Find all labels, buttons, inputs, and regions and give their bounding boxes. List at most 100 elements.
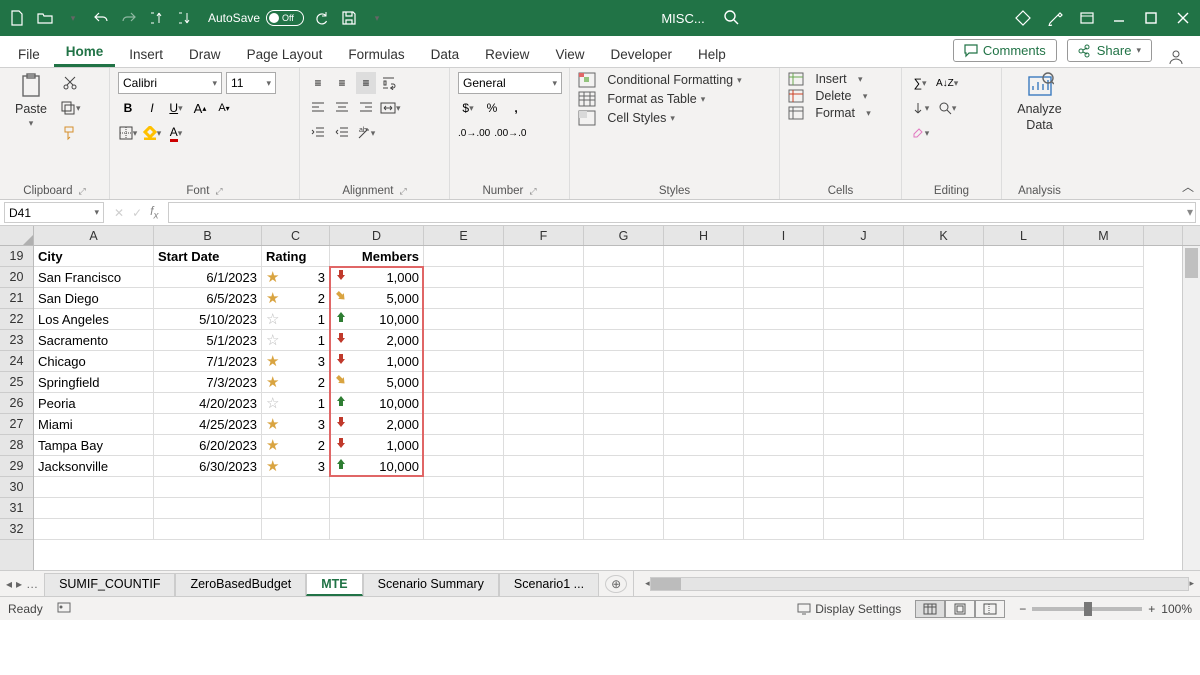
normal-view-button[interactable]: [915, 600, 945, 618]
copy-icon[interactable]: ▾: [60, 97, 81, 119]
cell[interactable]: [744, 309, 824, 330]
qat-dropdown-icon[interactable]: ▾: [62, 7, 84, 29]
cell[interactable]: [664, 498, 744, 519]
format-as-table-button[interactable]: Format as Table▾: [578, 91, 742, 107]
horizontal-scrollbar[interactable]: ◂▸: [639, 571, 1200, 596]
cell[interactable]: [904, 414, 984, 435]
search-icon[interactable]: [723, 9, 739, 28]
sort-desc-icon[interactable]: [174, 7, 196, 29]
sort-asc-icon[interactable]: [146, 7, 168, 29]
cell[interactable]: [984, 393, 1064, 414]
cell[interactable]: [1064, 519, 1144, 540]
cell[interactable]: [744, 519, 824, 540]
cell[interactable]: [904, 288, 984, 309]
cell[interactable]: [824, 267, 904, 288]
cell[interactable]: [424, 435, 504, 456]
cell[interactable]: [504, 288, 584, 309]
cell[interactable]: [824, 246, 904, 267]
cell[interactable]: [664, 435, 744, 456]
save-dropdown-icon[interactable]: ▾: [366, 7, 388, 29]
format-cells-button[interactable]: Format ▾: [788, 106, 871, 120]
merge-button[interactable]: ▾: [380, 97, 401, 119]
tab-home[interactable]: Home: [54, 38, 116, 67]
tab-help[interactable]: Help: [686, 41, 738, 67]
zoom-level[interactable]: 100%: [1161, 602, 1192, 616]
cell[interactable]: [1064, 393, 1144, 414]
row-header[interactable]: 30: [0, 477, 33, 498]
tab-file[interactable]: File: [6, 41, 52, 67]
sheet-tab[interactable]: Scenario Summary: [363, 573, 499, 596]
cell[interactable]: [904, 372, 984, 393]
analyze-data-button[interactable]: Analyze Data: [1010, 72, 1069, 132]
cell[interactable]: [744, 435, 824, 456]
cell[interactable]: [1064, 351, 1144, 372]
cell[interactable]: [824, 477, 904, 498]
format-painter-icon[interactable]: [60, 122, 81, 144]
cell[interactable]: [904, 267, 984, 288]
cell[interactable]: [584, 309, 664, 330]
wrap-text-icon[interactable]: [380, 72, 400, 94]
row-header[interactable]: 28: [0, 435, 33, 456]
name-box[interactable]: D41▾: [4, 202, 104, 223]
cell[interactable]: [984, 267, 1064, 288]
cell[interactable]: San Diego: [34, 288, 154, 309]
bold-button[interactable]: B: [118, 97, 138, 119]
cell[interactable]: [262, 519, 330, 540]
cell[interactable]: 4/25/2023: [154, 414, 262, 435]
cell[interactable]: [504, 498, 584, 519]
cell[interactable]: [664, 288, 744, 309]
align-right-icon[interactable]: [356, 97, 376, 119]
cell[interactable]: 4/20/2023: [154, 393, 262, 414]
cell[interactable]: [262, 477, 330, 498]
macro-record-icon[interactable]: [57, 600, 71, 617]
cell[interactable]: [330, 519, 424, 540]
close-icon[interactable]: [1172, 7, 1194, 29]
cell[interactable]: [824, 288, 904, 309]
cell[interactable]: [504, 372, 584, 393]
column-header[interactable]: B: [154, 226, 262, 245]
cell[interactable]: 2,000: [330, 330, 424, 351]
cell[interactable]: [584, 246, 664, 267]
expand-formula-bar-icon[interactable]: ▾: [1187, 205, 1193, 219]
cell[interactable]: [424, 414, 504, 435]
cell[interactable]: [744, 246, 824, 267]
column-header[interactable]: H: [664, 226, 744, 245]
cell[interactable]: [904, 477, 984, 498]
cell[interactable]: ★2: [262, 288, 330, 309]
ribbon-mode-icon[interactable]: [1076, 7, 1098, 29]
cell[interactable]: [262, 498, 330, 519]
increase-indent-icon[interactable]: [332, 122, 352, 144]
cell[interactable]: [34, 477, 154, 498]
cell[interactable]: [824, 519, 904, 540]
decrease-indent-icon[interactable]: [308, 122, 328, 144]
cancel-formula-icon[interactable]: ✕: [114, 206, 124, 220]
cell[interactable]: ★2: [262, 435, 330, 456]
cell[interactable]: City: [34, 246, 154, 267]
undo-icon[interactable]: [90, 7, 112, 29]
cell[interactable]: [984, 498, 1064, 519]
cell[interactable]: [904, 330, 984, 351]
column-header[interactable]: J: [824, 226, 904, 245]
cell[interactable]: [824, 498, 904, 519]
enter-formula-icon[interactable]: ✓: [132, 206, 142, 220]
zoom-control[interactable]: − + 100%: [1019, 602, 1192, 616]
cell[interactable]: [904, 456, 984, 477]
zoom-out-icon[interactable]: −: [1019, 602, 1026, 616]
cell[interactable]: ★2: [262, 372, 330, 393]
cell[interactable]: [584, 330, 664, 351]
column-header[interactable]: D: [330, 226, 424, 245]
align-middle-icon[interactable]: ≡: [332, 72, 352, 94]
cell[interactable]: [744, 372, 824, 393]
cell[interactable]: [904, 435, 984, 456]
sync-icon[interactable]: [310, 7, 332, 29]
cell[interactable]: 6/5/2023: [154, 288, 262, 309]
cell[interactable]: [1064, 288, 1144, 309]
cell[interactable]: 10,000: [330, 456, 424, 477]
coming-soon-icon[interactable]: [1044, 7, 1066, 29]
redo-icon[interactable]: [118, 7, 140, 29]
cell[interactable]: ☆1: [262, 393, 330, 414]
cell[interactable]: [424, 309, 504, 330]
alignment-launcher-icon[interactable]: ⤢: [399, 186, 406, 197]
row-header[interactable]: 22: [0, 309, 33, 330]
cell[interactable]: ★3: [262, 351, 330, 372]
